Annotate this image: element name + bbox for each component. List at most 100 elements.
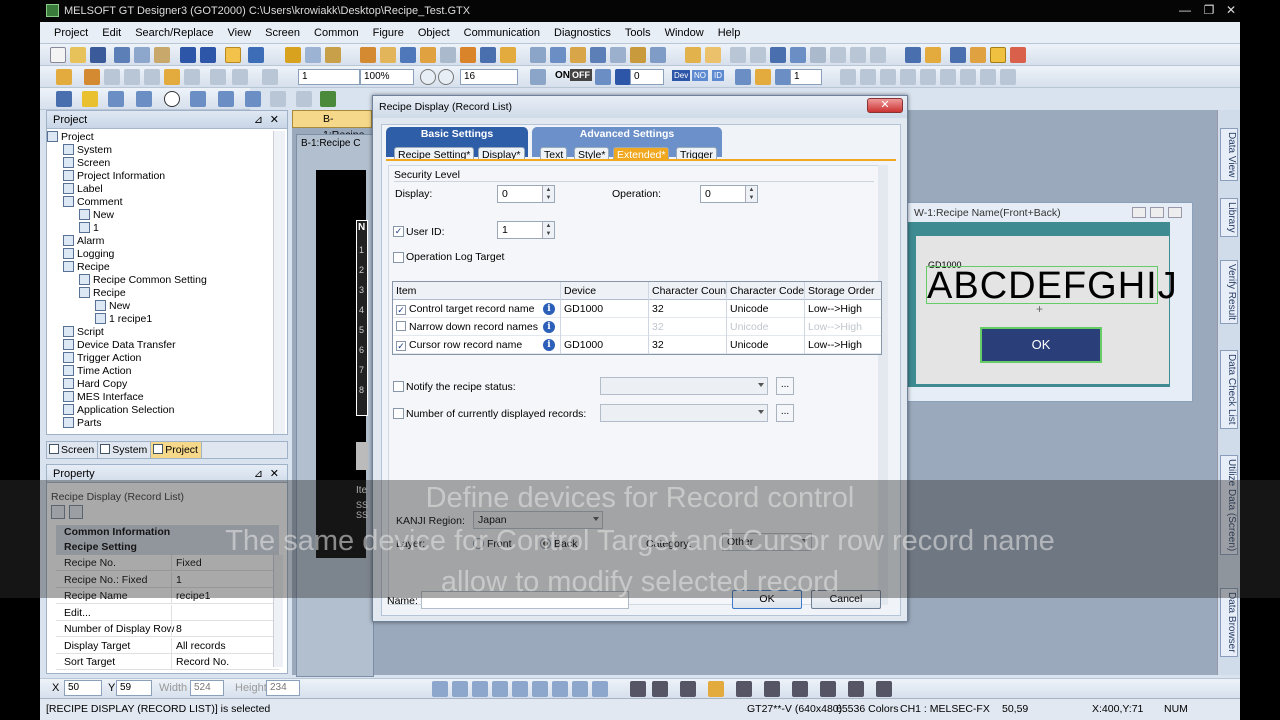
copy-icon[interactable] [134, 47, 150, 63]
draw-tool-icon[interactable] [900, 69, 916, 85]
open-folder-icon[interactable] [70, 47, 86, 63]
property-value[interactable]: Fixed [171, 555, 279, 571]
menu-diagnostics[interactable]: Diagnostics [547, 22, 618, 44]
property-row[interactable]: Edit... [56, 604, 279, 621]
spinner-arrows-icon[interactable]: ▲ ▼ [745, 186, 757, 202]
draw-tool-icon[interactable] [960, 69, 976, 85]
panel-close-icon[interactable]: ✕ [270, 111, 279, 129]
text-align-icon[interactable] [848, 681, 864, 697]
menu-tools[interactable]: Tools [618, 22, 658, 44]
line-width-icon[interactable] [652, 681, 668, 697]
align-icon[interactable] [592, 681, 608, 697]
pin-icon[interactable]: ⊿ [254, 465, 263, 483]
align-icon[interactable] [452, 681, 468, 697]
operation-log-checkbox[interactable] [393, 252, 404, 263]
layer-back-radio[interactable] [540, 538, 551, 549]
property-value[interactable]: 8 [171, 621, 279, 637]
tab-data-view[interactable]: Data View [1220, 128, 1238, 182]
screen-tool-icon[interactable] [232, 69, 248, 85]
user-id-checkbox[interactable]: ✓ [393, 226, 404, 237]
notify-status-device-select[interactable] [600, 377, 768, 395]
property-value[interactable]: Record No. [171, 654, 279, 670]
menu-screen[interactable]: Screen [258, 22, 307, 44]
object-tool-icon[interactable] [830, 47, 846, 63]
menu-window[interactable]: Window [658, 22, 711, 44]
tree-item[interactable]: Recipe [79, 287, 126, 300]
object-tool-icon[interactable] [400, 47, 416, 63]
shadow-icon[interactable] [876, 681, 892, 697]
zoom-in-icon[interactable] [420, 69, 436, 85]
button-object[interactable] [356, 442, 368, 470]
object-tool-icon[interactable] [810, 47, 826, 63]
library-tool-icon[interactable] [270, 91, 286, 107]
tab-data-browser[interactable]: Data Browser [1220, 588, 1238, 657]
draw-tool-icon[interactable] [860, 69, 876, 85]
font-icon[interactable] [792, 681, 808, 697]
grid-cell-code[interactable]: Unicode [727, 300, 805, 318]
menu-common[interactable]: Common [307, 22, 366, 44]
id-label[interactable]: ID [712, 70, 724, 81]
tree-item[interactable]: Logging [63, 248, 114, 261]
lightbulb-icon[interactable] [82, 91, 98, 107]
tree-item[interactable]: System [63, 144, 112, 157]
layer-front-radio[interactable] [473, 538, 484, 549]
displayed-records-checkbox[interactable] [393, 408, 404, 419]
fill-color-icon[interactable] [708, 681, 724, 697]
operation-security-spinner[interactable]: 0 ▲ ▼ [700, 185, 758, 203]
width-field[interactable]: 524 [190, 680, 224, 696]
layer-number-field[interactable]: 1 [790, 69, 822, 85]
object-tool-icon[interactable] [1010, 47, 1026, 63]
menu-figure[interactable]: Figure [366, 22, 411, 44]
notify-status-checkbox[interactable] [393, 381, 404, 392]
draw-tool-icon[interactable] [840, 69, 856, 85]
pattern-icon[interactable] [736, 681, 752, 697]
object-tool-icon[interactable] [770, 47, 786, 63]
object-tool-icon[interactable] [850, 47, 866, 63]
object-tool-icon[interactable] [305, 47, 321, 63]
tree-item[interactable]: Time Action [63, 365, 131, 378]
clock-icon[interactable] [164, 91, 180, 107]
align-icon[interactable] [492, 681, 508, 697]
dialog-close-button[interactable]: ✕ [867, 98, 903, 113]
x-coordinate-field[interactable]: 50 [64, 680, 102, 696]
cut-icon[interactable] [114, 47, 130, 63]
screen-tool-icon[interactable] [144, 69, 160, 85]
draw-tool-icon[interactable] [920, 69, 936, 85]
align-icon[interactable] [532, 681, 548, 697]
tree-item[interactable]: Trigger Action [63, 352, 141, 365]
tab-data-check-list[interactable]: Data Check List [1220, 350, 1238, 429]
object-tool-icon[interactable] [440, 47, 456, 63]
tree-item[interactable]: Recipe Common Setting [79, 274, 207, 287]
displayed-records-device-select[interactable] [600, 404, 768, 422]
grid-cell-code[interactable]: Unicode [727, 318, 805, 336]
object-tool-icon[interactable] [790, 47, 806, 63]
object-tool-icon[interactable] [750, 47, 766, 63]
object-tool-icon[interactable] [950, 47, 966, 63]
zoom-select[interactable]: 100% [360, 69, 414, 85]
grid-cell-order[interactable]: Low-->High [805, 300, 881, 318]
close-button[interactable]: ✕ [1218, 1, 1244, 19]
subwindow-maximize-icon[interactable] [1150, 207, 1164, 218]
screen-tool-icon[interactable] [530, 69, 546, 85]
sort-alpha-icon[interactable] [69, 505, 83, 519]
grid-cell-device[interactable]: GD1000 [561, 300, 649, 318]
tree-item[interactable]: Recipe [63, 261, 110, 274]
screen-tool-icon[interactable] [84, 69, 100, 85]
object-tool-icon[interactable] [610, 47, 626, 63]
tree-item[interactable]: New [79, 209, 114, 222]
object-tool-icon[interactable] [500, 47, 516, 63]
menu-project[interactable]: Project [40, 22, 95, 44]
paste-icon[interactable] [154, 47, 170, 63]
screen-tool-icon[interactable] [735, 69, 751, 85]
text-style-icon[interactable] [820, 681, 836, 697]
grid-cell-code[interactable]: Unicode [727, 336, 805, 354]
object-tool-icon[interactable] [685, 47, 701, 63]
spinner-arrows-icon[interactable]: ▲ ▼ [542, 222, 554, 238]
object-tool-icon[interactable] [925, 47, 941, 63]
tree-item[interactable]: Comment [63, 196, 123, 209]
ok-button[interactable]: OK [732, 590, 802, 609]
object-tool-icon[interactable] [970, 47, 986, 63]
object-tool-icon[interactable] [480, 47, 496, 63]
group-advanced-settings[interactable]: Advanced Settings Text Style* Extended* … [532, 127, 722, 161]
category-select[interactable]: Other [722, 533, 812, 551]
